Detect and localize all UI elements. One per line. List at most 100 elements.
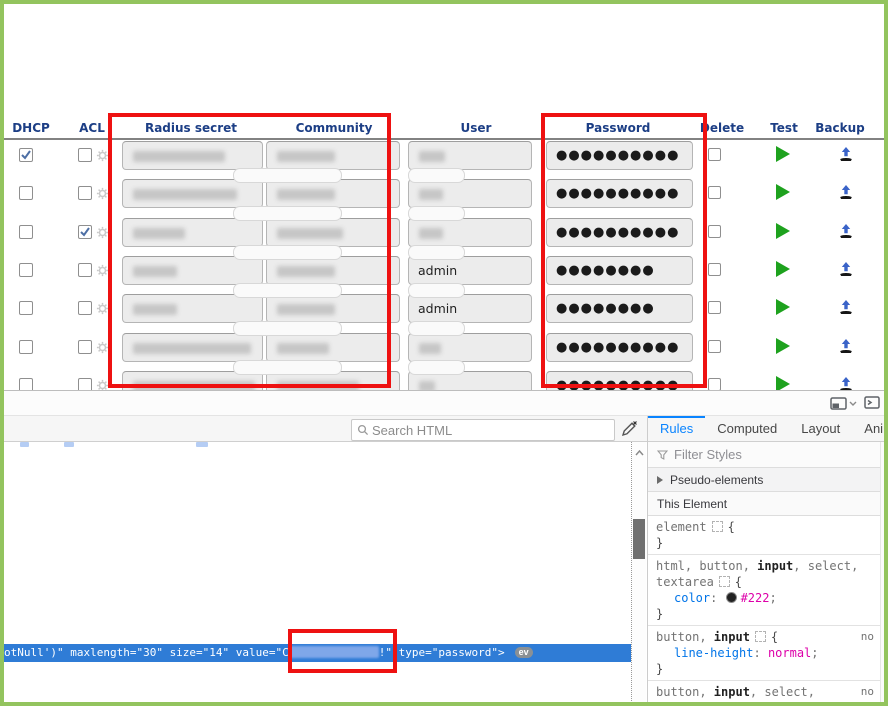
backup-upload-button[interactable] [838, 184, 854, 204]
highlighter-target-icon[interactable] [719, 576, 730, 587]
highlighter-target-icon[interactable] [719, 702, 730, 706]
radius-secret-field[interactable] [122, 141, 263, 170]
css-token: input [757, 559, 793, 573]
community-field[interactable] [266, 333, 400, 362]
user-field[interactable]: admin [408, 294, 532, 323]
blur-ghost [233, 245, 342, 260]
dhcp-checkbox[interactable] [19, 225, 33, 239]
test-play-button[interactable] [776, 223, 790, 239]
dhcp-checkbox[interactable] [19, 148, 33, 162]
user-field[interactable] [408, 218, 532, 247]
acl-checkbox[interactable] [78, 263, 92, 277]
gear-icon[interactable] [96, 224, 109, 243]
test-play-button[interactable] [776, 338, 790, 354]
backup-upload-button[interactable] [838, 299, 854, 319]
blur-ghost [408, 321, 465, 336]
user-field[interactable] [408, 141, 532, 170]
password-field[interactable]: ●●●●●●●●●● [546, 218, 693, 247]
password-dots: ●●●●●●●●●● [547, 334, 692, 362]
rules-scrollbar-track[interactable] [880, 442, 888, 706]
color-swatch[interactable] [726, 592, 737, 603]
backup-upload-button[interactable] [838, 338, 854, 358]
password-dots: ●●●●●●●●●● [547, 180, 692, 208]
radius-secret-field[interactable] [122, 256, 263, 285]
gear-icon[interactable] [96, 185, 109, 204]
pseudo-elements-header[interactable]: Pseudo-elements [648, 468, 882, 492]
css-rule-line: } [656, 661, 874, 677]
event-badge[interactable]: ev [515, 647, 533, 658]
tab-layout[interactable]: Layout [789, 416, 852, 442]
radius-secret-field[interactable] [122, 294, 263, 323]
acl-checkbox[interactable] [78, 340, 92, 354]
acl-checkbox[interactable] [78, 148, 92, 162]
markup-scrollbar[interactable] [631, 442, 646, 706]
backup-upload-button[interactable] [838, 146, 854, 166]
highlighter-target-icon[interactable] [712, 521, 723, 532]
css-token: , select, [750, 685, 815, 699]
delete-checkbox[interactable] [708, 301, 721, 314]
community-field[interactable] [266, 256, 400, 285]
scroll-up-arrow-icon[interactable] [633, 444, 646, 456]
acl-checkbox[interactable] [78, 186, 92, 200]
css-token: } [656, 536, 663, 550]
dock-side-icon[interactable] [830, 397, 857, 410]
css-rule-line: button, input, select, [656, 684, 874, 700]
backup-upload-button[interactable] [838, 261, 854, 281]
test-play-button[interactable] [776, 146, 790, 162]
scrollbar-thumb[interactable] [633, 519, 645, 559]
search-html-box[interactable] [351, 419, 615, 441]
password-field[interactable]: ●●●●●●●●●● [546, 333, 693, 362]
acl-checkbox[interactable] [78, 225, 92, 239]
devtools-titlebar [0, 391, 888, 415]
password-field[interactable]: ●●●●●●●● [546, 256, 693, 285]
community-field[interactable] [266, 218, 400, 247]
tab-computed[interactable]: Computed [705, 416, 789, 442]
dhcp-checkbox[interactable] [19, 263, 33, 277]
delete-checkbox[interactable] [708, 263, 721, 276]
delete-checkbox[interactable] [708, 225, 721, 238]
css-rule-line: textarea{ [656, 700, 874, 706]
community-field[interactable] [266, 294, 400, 323]
edit-pencil-icon[interactable] [619, 419, 639, 439]
markup-view[interactable]: otNull')" maxlength="30" size="14" value… [0, 442, 646, 706]
delete-checkbox[interactable] [708, 148, 721, 161]
highlighter-target-icon[interactable] [755, 631, 766, 642]
user-field[interactable] [408, 179, 532, 208]
gear-icon[interactable] [96, 147, 109, 166]
stylesheet-source-link[interactable]: no [861, 629, 874, 645]
stylesheet-source-link[interactable]: no [861, 684, 874, 700]
dhcp-checkbox[interactable] [19, 186, 33, 200]
delete-checkbox[interactable] [708, 340, 721, 353]
community-field[interactable] [266, 141, 400, 170]
table-header-divider [0, 138, 888, 140]
password-field[interactable]: ●●●●●●●●●● [546, 179, 693, 208]
test-play-button[interactable] [776, 299, 790, 315]
delete-checkbox[interactable] [708, 186, 721, 199]
selected-node-line[interactable]: otNull')" maxlength="30" size="14" value… [0, 644, 631, 662]
community-field[interactable] [266, 179, 400, 208]
test-play-button[interactable] [776, 184, 790, 200]
gear-icon[interactable] [96, 300, 109, 319]
gear-icon[interactable] [96, 262, 109, 281]
acl-checkbox[interactable] [78, 301, 92, 315]
css-token: button, [656, 685, 714, 699]
password-field[interactable]: ●●●●●●●●●● [546, 141, 693, 170]
search-html-input[interactable] [372, 423, 614, 438]
user-field[interactable]: admin [408, 256, 532, 285]
split-console-icon[interactable] [864, 394, 880, 413]
dhcp-checkbox[interactable] [19, 301, 33, 315]
tab-animations[interactable]: Animations [852, 416, 885, 442]
tab-rules[interactable]: Rules [648, 416, 705, 442]
backup-upload-button[interactable] [838, 223, 854, 243]
css-rule-line: line-height: normal; [656, 645, 874, 661]
test-play-button[interactable] [776, 261, 790, 277]
radius-secret-field[interactable] [122, 333, 263, 362]
password-field[interactable]: ●●●●●●●● [546, 294, 693, 323]
radius-secret-field[interactable] [122, 179, 263, 208]
dhcp-checkbox[interactable] [19, 340, 33, 354]
radius-secret-field[interactable] [122, 218, 263, 247]
user-field[interactable] [408, 333, 532, 362]
gear-icon[interactable] [96, 339, 109, 358]
filter-styles-input[interactable]: Filter Styles [648, 442, 882, 468]
css-token: input [714, 685, 750, 699]
